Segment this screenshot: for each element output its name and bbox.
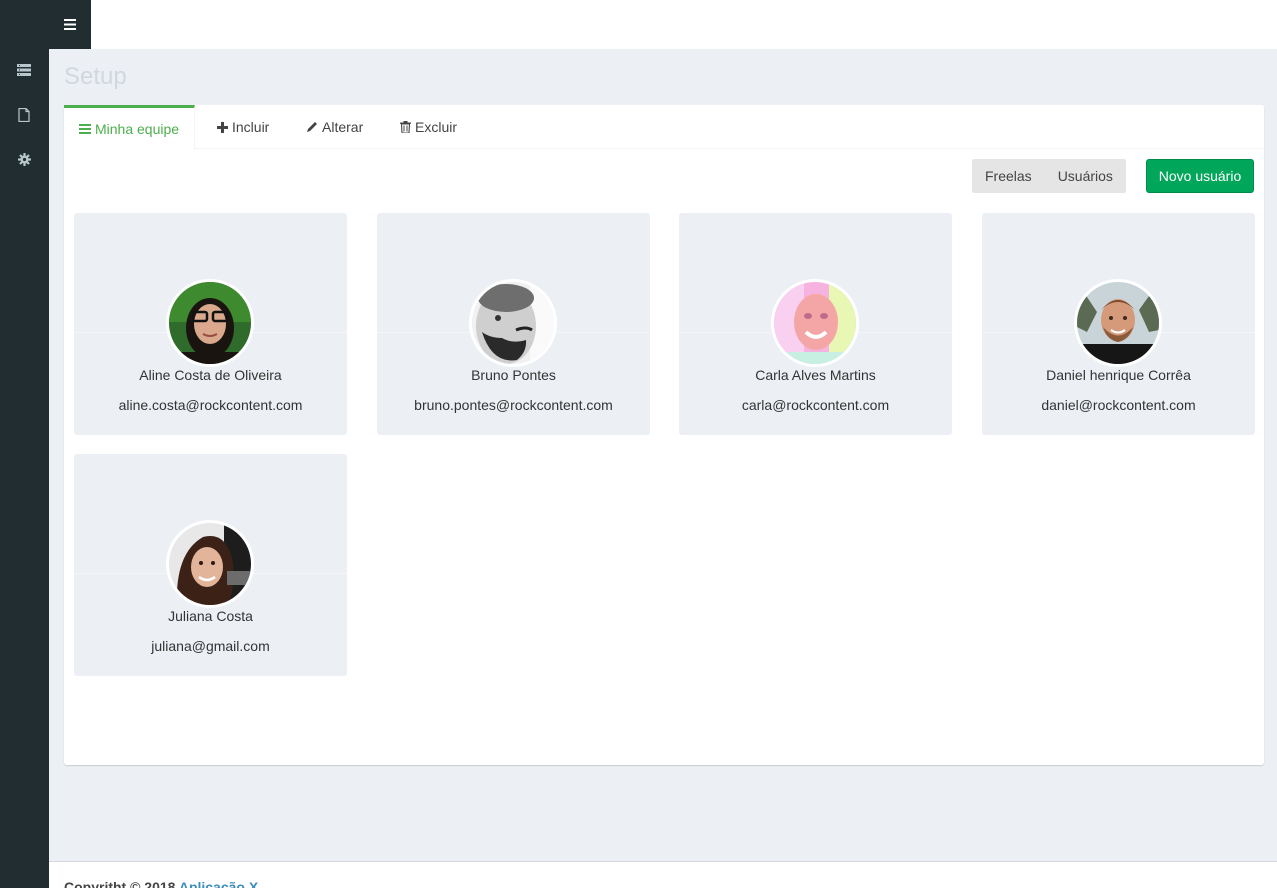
tab-label: Incluir [232,119,270,135]
user-email: aline.costa@rockcontent.com [118,397,303,413]
tab-bar: Minha equipe Incluir Alterar Excluir [64,105,1264,150]
avatar [1074,279,1162,367]
tab-alterar[interactable]: Alterar [291,105,378,149]
trash-icon [400,121,411,133]
avatar [166,520,254,608]
footer: Copyritht © 2018 Aplicação X [49,861,1277,888]
user-type-filter: Freelas Usuários [972,159,1126,193]
user-card[interactable]: Daniel henrique Corrêa daniel@rockconten… [982,213,1255,435]
page-title: Setup [64,63,127,90]
top-navbar [91,0,1277,49]
tab-minha-equipe[interactable]: Minha equipe [64,105,196,150]
user-name: Aline Costa de Oliveira [139,367,282,383]
tab-incluir[interactable]: Incluir [202,105,284,149]
team-box: Minha equipe Incluir Alterar Excluir Fre… [64,105,1264,765]
user-email: carla@rockcontent.com [741,397,890,413]
user-email: juliana@gmail.com [151,638,270,654]
user-name: Juliana Costa [168,608,253,624]
main-content: Setup Minha equipe Incluir Alterar Exclu… [49,49,1277,861]
app-link[interactable]: Aplicação X [179,879,258,888]
user-card[interactable]: Bruno Pontes bruno.pontes@rockcontent.co… [377,213,650,435]
list-icon [79,124,91,134]
footer-copyright: Copyritht © 2018 Aplicação X [64,879,258,888]
usuarios-button[interactable]: Usuários [1045,159,1126,193]
list-icon[interactable] [16,62,32,78]
tab-label: Alterar [322,119,364,135]
user-name: Bruno Pontes [471,367,556,383]
sidebar [0,0,49,888]
avatar [469,279,557,367]
tab-label: Excluir [415,119,458,135]
user-card[interactable]: Carla Alves Martins carla@rockcontent.co… [679,213,952,435]
avatar [166,279,254,367]
user-card[interactable]: Aline Costa de Oliveira aline.costa@rock… [74,213,347,435]
freelas-button[interactable]: Freelas [972,159,1045,193]
user-name: Daniel henrique Corrêa [1046,367,1191,383]
tab-excluir[interactable]: Excluir [385,105,472,149]
hamburger-menu-button[interactable] [49,0,91,49]
pencil-icon [306,121,318,133]
copyright-text: Copyritht © 2018 [64,879,176,888]
new-user-button[interactable]: Novo usuário [1146,159,1254,193]
user-email: bruno.pontes@rockcontent.com [414,397,613,413]
user-name: Carla Alves Martins [755,367,876,383]
file-icon[interactable] [16,107,32,123]
user-card[interactable]: Juliana Costa juliana@gmail.com [74,454,347,676]
hamburger-icon [64,19,76,30]
avatar [771,279,859,367]
tab-label: Minha equipe [95,121,180,137]
plus-icon [217,121,228,133]
user-email: daniel@rockcontent.com [1041,397,1196,413]
gear-icon[interactable] [16,151,32,167]
